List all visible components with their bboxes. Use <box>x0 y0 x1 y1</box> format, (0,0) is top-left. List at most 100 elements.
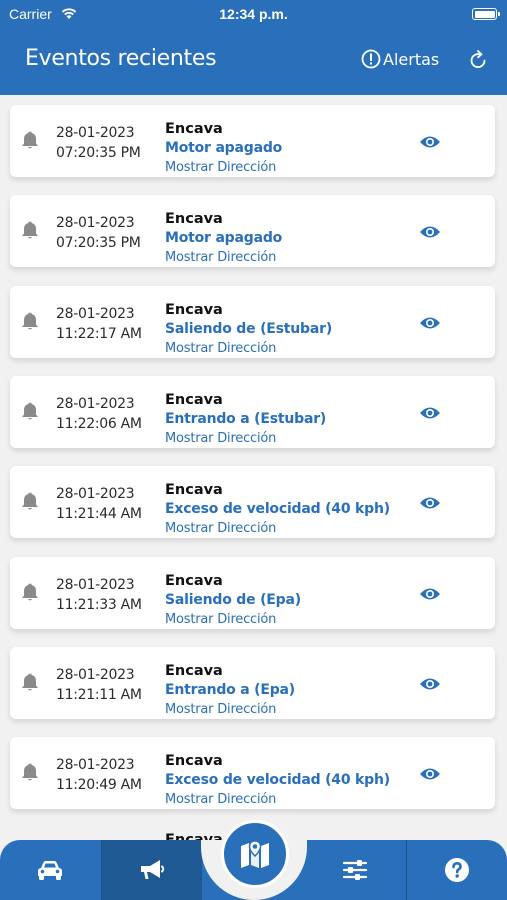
event-timestamp: 28-01-2023 11:21:44 AM <box>56 484 142 524</box>
event-type: Motor apagado <box>165 140 283 156</box>
event-timestamp: 28-01-2023 11:22:06 AM <box>56 394 142 434</box>
event-info: Encava Motor apagado Mostrar Dirección <box>165 120 282 177</box>
event-time: 11:20:49 AM <box>56 777 142 794</box>
event-type: Saliendo de (Epa) <box>165 591 301 608</box>
event-date: 28-01-2023 <box>56 666 135 683</box>
event-info: Encava Saliendo de (Epa) Mostrar Direcci… <box>165 572 301 629</box>
help-icon <box>445 858 469 882</box>
event-info: Encava Exceso de velocidad (40 kph) Most… <box>165 752 390 809</box>
event-time: 11:21:44 AM <box>56 506 142 523</box>
bell-icon <box>22 131 38 149</box>
vehicle-name: Encava <box>165 301 223 318</box>
show-address-link[interactable]: Mostrar Dirección <box>165 429 326 448</box>
eye-icon[interactable] <box>419 406 441 420</box>
map-icon <box>241 840 269 868</box>
show-address-link[interactable]: Mostrar Dirección <box>165 248 282 267</box>
battery-icon <box>472 8 500 20</box>
tab-help[interactable] <box>407 840 507 900</box>
event-timestamp: 28-01-2023 07:20:35 PM <box>56 123 141 163</box>
eye-icon[interactable] <box>419 135 441 149</box>
vehicle-name: Encava <box>165 753 223 770</box>
vehicle-name: Encava <box>165 572 223 589</box>
event-timestamp: 28-01-2023 07:20:35 PM <box>56 213 141 253</box>
event-row[interactable]: 28-01-2023 11:21:44 AM Encava Exceso de … <box>10 466 495 539</box>
show-address-link[interactable]: Mostrar Dirección <box>165 700 295 719</box>
event-info: Encava Entrando a (Estubar) Mostrar Dire… <box>165 391 326 448</box>
show-address-link[interactable]: Mostrar Dirección <box>165 339 332 358</box>
bell-icon <box>22 402 38 420</box>
event-date: 28-01-2023 <box>56 757 135 774</box>
sliders-icon <box>342 860 368 880</box>
refresh-icon <box>470 50 486 68</box>
car-icon <box>38 861 62 880</box>
eye-icon[interactable] <box>419 677 441 691</box>
event-timestamp: 28-01-2023 11:21:11 AM <box>56 665 142 705</box>
event-type: Entrando a (Epa) <box>165 681 296 698</box>
event-row[interactable]: 28-01-2023 11:20:49 AM Encava Exceso de … <box>10 737 495 810</box>
megaphone-icon <box>141 860 165 879</box>
show-address-link[interactable]: Mostrar Dirección <box>165 158 282 177</box>
map-button[interactable] <box>221 820 289 888</box>
alerts-label: Alertas <box>383 49 440 69</box>
event-time: 07:20:35 PM <box>56 145 141 161</box>
tab-settings[interactable] <box>305 840 405 900</box>
show-address-link[interactable]: Mostrar Dirección <box>165 519 390 538</box>
alert-circle-icon <box>361 49 381 69</box>
event-timestamp: 28-01-2023 11:20:49 AM <box>56 755 142 795</box>
bell-icon <box>22 312 38 330</box>
vehicle-name: Encava <box>165 662 223 679</box>
bell-icon <box>22 221 38 239</box>
event-date: 28-01-2023 <box>56 305 135 322</box>
show-address-link[interactable]: Mostrar Dirección <box>165 790 390 809</box>
eye-icon[interactable] <box>419 316 441 330</box>
tab-events[interactable] <box>102 840 202 900</box>
event-type: Exceso de velocidad (40 kph) <box>165 501 390 518</box>
event-date: 28-01-2023 <box>56 576 135 593</box>
event-row[interactable]: 28-01-2023 11:22:06 AM Encava Entrando a… <box>10 375 495 448</box>
event-timestamp: 28-01-2023 11:22:17 AM <box>56 304 142 344</box>
event-info: Encava Motor apagado Mostrar Dirección <box>165 210 282 267</box>
event-type: Motor apagado <box>165 230 283 247</box>
event-type: Exceso de velocidad (40 kph) <box>165 772 390 789</box>
event-row[interactable]: 28-01-2023 07:20:35 PM Encava Motor apag… <box>10 195 495 268</box>
status-bar: Carrier 12:34 p.m. <box>0 6 507 24</box>
event-time: 11:22:17 AM <box>56 325 142 342</box>
event-info: Encava Exceso de velocidad (40 kph) Most… <box>165 481 390 538</box>
page-title: Eventos recientes <box>25 46 217 71</box>
event-time: 11:21:33 AM <box>56 596 142 613</box>
vehicle-name: Encava <box>165 482 223 499</box>
event-date: 28-01-2023 <box>56 125 135 141</box>
vehicle-name: Encava <box>165 391 223 408</box>
bell-icon <box>22 763 38 781</box>
event-info: Encava Entrando a (Epa) Mostrar Direcció… <box>165 662 295 719</box>
eye-icon[interactable] <box>419 225 441 239</box>
event-time: 11:22:06 AM <box>56 415 142 432</box>
vehicle-name: Encava <box>165 121 223 137</box>
eye-icon[interactable] <box>419 496 441 510</box>
bell-icon <box>22 673 38 691</box>
event-info: Encava Saliendo de (Estubar) Mostrar Dir… <box>165 301 332 358</box>
eye-icon[interactable] <box>419 767 441 781</box>
alerts-button[interactable]: Alertas <box>361 48 439 70</box>
event-row[interactable]: 28-01-2023 11:22:17 AM Encava Saliendo d… <box>10 285 495 358</box>
event-timestamp: 28-01-2023 11:21:33 AM <box>56 575 142 615</box>
show-address-link[interactable]: Mostrar Dirección <box>165 610 301 629</box>
eye-icon[interactable] <box>419 587 441 601</box>
event-row[interactable]: 28-01-2023 11:21:33 AM Encava Saliendo d… <box>10 556 495 629</box>
bell-icon <box>22 583 38 600</box>
event-type: Saliendo de (Estubar) <box>165 320 333 337</box>
app-header: Carrier 12:34 p.m. Eventos recientes Ale… <box>0 0 507 95</box>
event-type: Entrando a (Estubar) <box>165 410 327 427</box>
vehicle-name: Encava <box>165 211 223 228</box>
tab-vehicles[interactable] <box>0 840 100 900</box>
event-time: 07:20:35 PM <box>56 235 141 252</box>
event-row[interactable]: 28-01-2023 11:21:11 AM Encava Entrando a… <box>10 646 495 719</box>
event-date: 28-01-2023 <box>56 486 135 503</box>
clock: 12:34 p.m. <box>219 6 288 22</box>
event-time: 11:21:11 AM <box>56 686 142 703</box>
refresh-button[interactable] <box>466 48 490 72</box>
event-date: 28-01-2023 <box>56 215 135 232</box>
bell-icon <box>22 492 38 510</box>
event-row[interactable]: 28-01-2023 07:20:35 PM Encava Motor apag… <box>10 105 495 177</box>
event-date: 28-01-2023 <box>56 395 135 412</box>
